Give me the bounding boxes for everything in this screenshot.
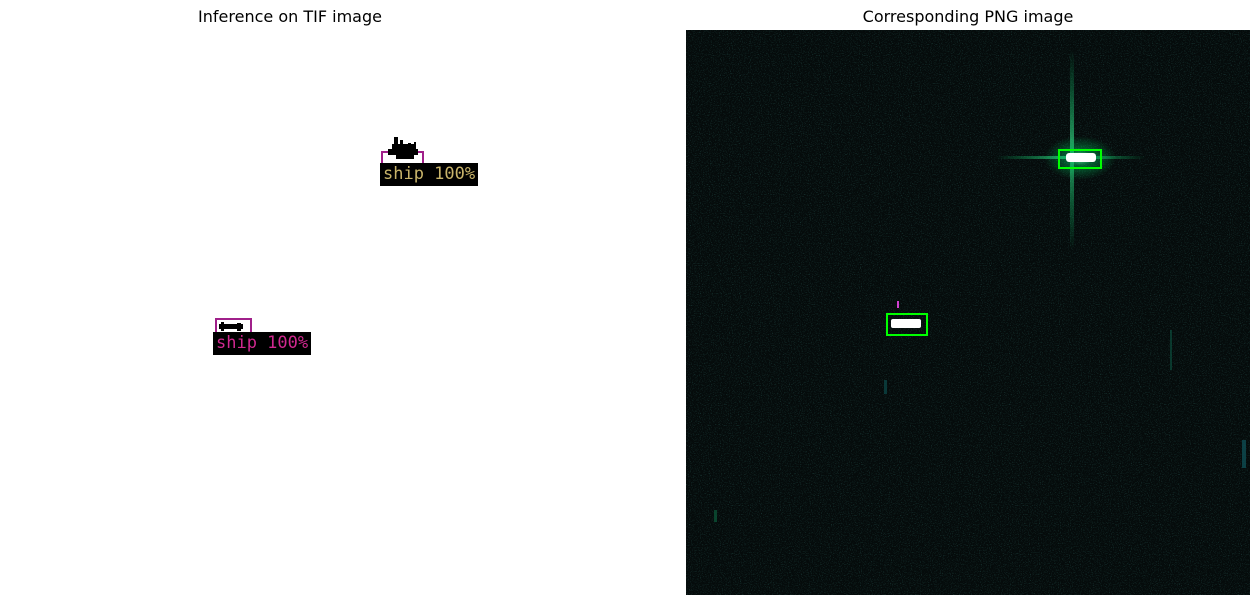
ship-silhouette-1 [388, 137, 418, 159]
detection-label-1: ship 100% [380, 163, 479, 186]
detection-label-2: ship 100% [213, 332, 312, 355]
sar-scene [686, 30, 1250, 595]
ship-return-2 [891, 319, 921, 328]
left-panel-title: Inference on TIF image [198, 7, 382, 26]
png-sar-image [686, 30, 1250, 595]
ship-return-1 [1066, 153, 1096, 162]
tif-inference-image: ship 100% ship 100% [0, 30, 580, 595]
right-panel-title: Corresponding PNG image [862, 7, 1074, 26]
